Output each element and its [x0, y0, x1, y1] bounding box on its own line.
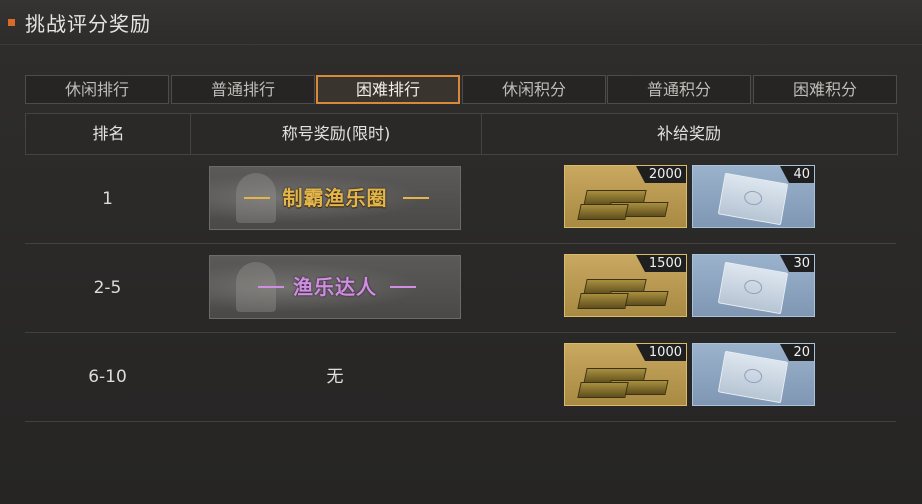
item-count: 1000: [635, 344, 686, 361]
supply-pack-item[interactable]: 40: [692, 165, 815, 228]
tab-casual-ranking[interactable]: 休闲排行: [25, 75, 169, 104]
supply-pack-icon: [717, 172, 789, 226]
column-header-supply-reward: 补给奖励: [656, 124, 721, 143]
supply-pack-item[interactable]: 30: [692, 254, 815, 317]
supply-reward-cell: 1000 20: [480, 333, 896, 421]
panel-title: 挑战评分奖励: [25, 12, 151, 36]
gold-bars-item[interactable]: 2000: [564, 165, 687, 228]
title-badge[interactable]: 渔乐达人: [209, 255, 461, 319]
item-count: 30: [780, 255, 814, 272]
supply-pack-icon: [717, 261, 789, 315]
tab-normal-ranking[interactable]: 普通排行: [171, 75, 315, 104]
title-badge[interactable]: 制霸渔乐圈: [209, 166, 461, 230]
item-count: 1500: [635, 255, 686, 272]
panel-header: 挑战评分奖励: [0, 0, 922, 45]
rank-cell: 2-5: [93, 278, 122, 298]
column-header-rank: 排名: [92, 124, 125, 143]
item-count: 20: [780, 344, 814, 361]
no-title-text: 无: [326, 367, 344, 387]
title-badge-text: 渔乐达人: [293, 275, 377, 299]
column-header-title-reward: 称号奖励(限时): [281, 124, 391, 143]
supply-pack-icon: [717, 350, 789, 404]
supply-reward-cell: 2000 40: [480, 155, 896, 243]
supply-pack-item[interactable]: 20: [692, 343, 815, 406]
tab-casual-points[interactable]: 休闲积分: [462, 75, 606, 104]
gold-bars-item[interactable]: 1000: [564, 343, 687, 406]
header-accent-mark: [8, 19, 15, 26]
table-row: 1 制霸渔乐圈 2000 40: [25, 155, 896, 244]
gold-bar-shape: [577, 204, 629, 220]
item-count: 40: [780, 166, 814, 183]
tab-normal-points[interactable]: 普通积分: [607, 75, 751, 104]
title-reward-cell: 制霸渔乐圈: [190, 155, 480, 243]
gold-bars-item[interactable]: 1500: [564, 254, 687, 317]
tab-hard-ranking[interactable]: 困难排行: [316, 75, 460, 104]
rank-cell: 6-10: [88, 367, 127, 387]
title-reward-cell: 渔乐达人: [190, 244, 480, 332]
rank-cell: 1: [102, 189, 113, 209]
title-reward-cell: 无: [190, 333, 480, 421]
table-row: 2-5 渔乐达人 1500 30: [25, 244, 896, 333]
gold-bar-shape: [577, 293, 629, 309]
table-header: 排名 称号奖励(限时) 补给奖励: [25, 113, 898, 155]
supply-reward-cell: 1500 30: [480, 244, 896, 332]
table-row: 6-10 无 1000 20: [25, 333, 896, 422]
badge-dash-icon: [403, 197, 429, 199]
gold-bar-shape: [577, 382, 629, 398]
reward-panel: 挑战评分奖励 休闲排行 普通排行 困难排行 休闲积分 普通积分 困难积分 排名 …: [0, 0, 922, 504]
badge-dash-icon: [390, 286, 416, 288]
item-count: 2000: [635, 166, 686, 183]
tab-hard-points[interactable]: 困难积分: [753, 75, 897, 104]
